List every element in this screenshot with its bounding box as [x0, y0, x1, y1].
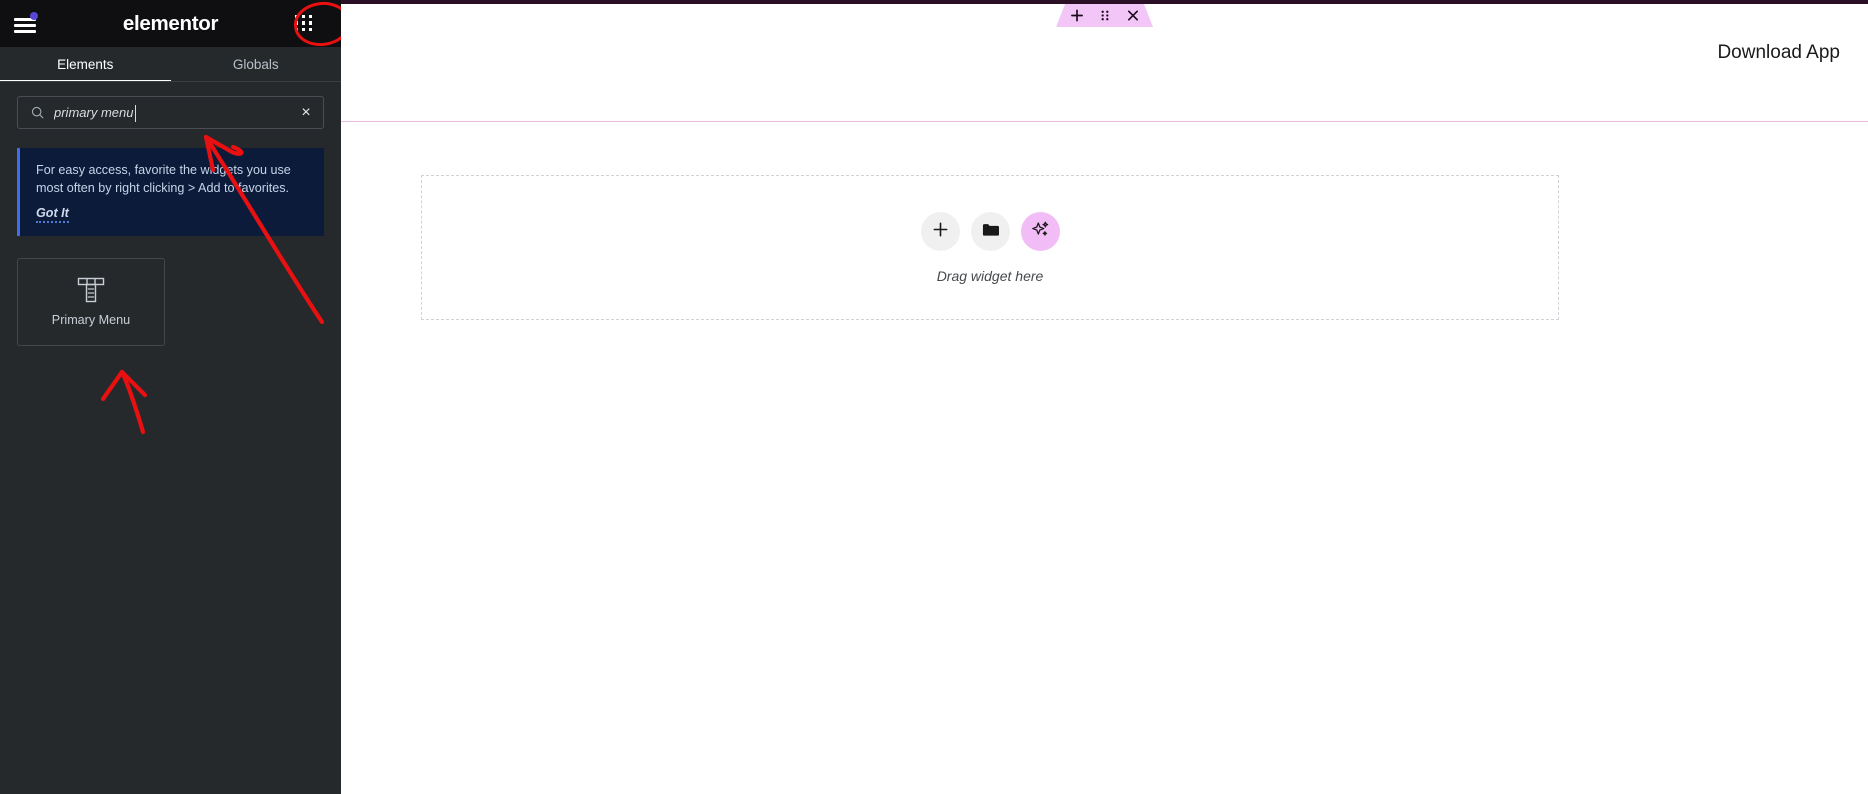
apps-grid-icon-dot	[308, 14, 312, 18]
elementor-editor-window: elementor Elements Globals primary menu …	[0, 0, 1868, 794]
folder-icon	[982, 222, 999, 240]
apps-grid-icon-dot	[301, 28, 306, 32]
search-input[interactable]	[50, 105, 289, 120]
panel-header: elementor	[0, 0, 353, 49]
got-it-link[interactable]: Got It	[36, 206, 69, 223]
primary-menu-widget-label: Primary Menu	[51, 313, 131, 328]
apps-grid-icon-dot	[308, 21, 312, 25]
download-app-link[interactable]: Download App	[1717, 42, 1840, 64]
search-icon	[24, 106, 50, 119]
ai-builder-button[interactable]	[1020, 211, 1060, 251]
plus-icon	[932, 221, 949, 241]
apps-grid-icon-dot	[295, 14, 299, 18]
tab-elements[interactable]: Elements	[0, 47, 171, 82]
elementor-logo-text: elementor	[122, 11, 219, 35]
widgets-panel: elementor Elements Globals primary menu …	[0, 0, 353, 794]
drop-zone-hint: Drag widget here	[936, 267, 1044, 284]
section-toolbar	[1056, 4, 1153, 27]
search-container: ×	[0, 82, 341, 129]
search-box[interactable]: ×	[17, 96, 324, 129]
site-header-section[interactable]: Download App	[341, 0, 1868, 122]
apps-grid-icon-dot	[295, 21, 299, 25]
clear-search-button[interactable]: ×	[289, 97, 323, 128]
apps-grid-icon-dot	[301, 14, 306, 18]
apps-grid-icon-dot	[301, 21, 306, 25]
nav-menu-icon	[76, 276, 106, 304]
tab-globals[interactable]: Globals	[171, 47, 342, 82]
empty-drop-zone[interactable]: Drag widget here	[421, 175, 1559, 320]
favorites-notice: For easy access, favorite the widgets yo…	[17, 148, 324, 236]
add-section-icon[interactable]	[1070, 9, 1083, 22]
apps-grid-icon-dot	[308, 28, 312, 32]
top-accent-bar	[341, 0, 1868, 4]
widget-results: Primary Menu	[0, 236, 341, 794]
add-template-button[interactable]	[970, 211, 1010, 251]
drag-handle-dots-icon[interactable]	[1098, 9, 1111, 22]
drop-zone-actions	[920, 211, 1060, 251]
close-x-icon[interactable]	[1126, 9, 1139, 22]
preview-canvas: Download App Drag widget here	[341, 0, 1868, 794]
primary-menu-widget[interactable]: Primary Menu	[17, 257, 165, 346]
tab-elements-label: Elements	[57, 57, 114, 72]
tab-globals-label: Globals	[232, 57, 279, 72]
panel-tabs: Elements Globals	[0, 47, 341, 82]
ai-sparkle-icon	[1031, 220, 1050, 242]
add-element-button[interactable]	[920, 211, 960, 251]
favorites-notice-text: For easy access, favorite the widgets yo…	[36, 163, 291, 195]
apps-grid-icon-dot	[295, 28, 299, 32]
apps-grid-button[interactable]	[291, 11, 317, 37]
text-cursor	[135, 105, 136, 122]
